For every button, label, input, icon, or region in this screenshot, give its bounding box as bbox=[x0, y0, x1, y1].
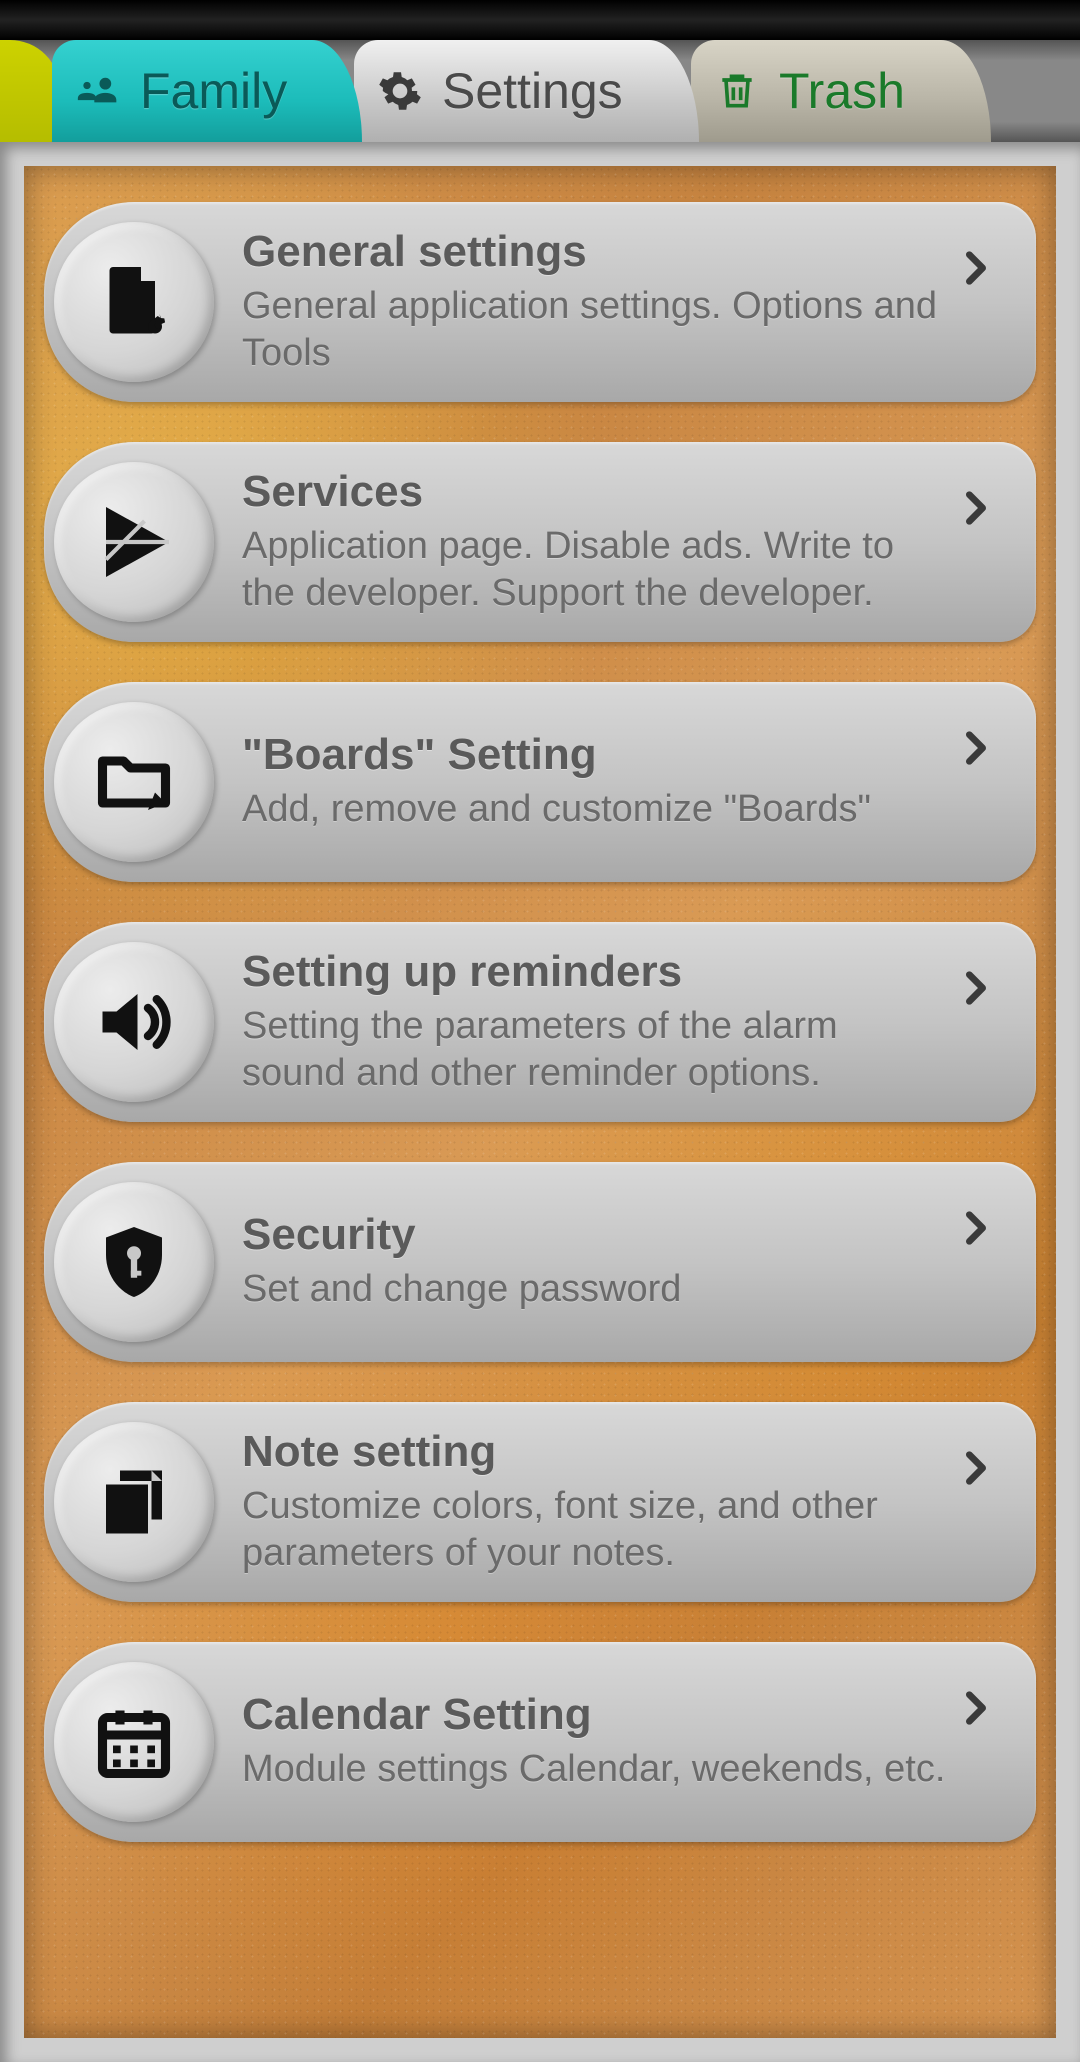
item-title: Calendar Setting bbox=[242, 1690, 946, 1740]
chevron-right-icon bbox=[956, 248, 996, 288]
chevron-right-icon bbox=[956, 968, 996, 1008]
volume-icon bbox=[54, 942, 214, 1102]
settings-item-services[interactable]: Services Application page. Disable ads. … bbox=[44, 442, 1036, 642]
tab-trash[interactable]: Trash bbox=[691, 40, 991, 142]
tab-family[interactable]: Family bbox=[52, 40, 362, 142]
item-description: Application page. Disable ads. Write to … bbox=[242, 523, 946, 618]
gear-icon bbox=[378, 69, 422, 113]
play-store-icon bbox=[54, 462, 214, 622]
item-description: General application settings. Options an… bbox=[242, 283, 946, 378]
item-text: Calendar Setting Module settings Calenda… bbox=[214, 1690, 956, 1794]
chevron-right-icon bbox=[956, 728, 996, 768]
settings-item-note[interactable]: Note setting Customize colors, font size… bbox=[44, 1402, 1036, 1602]
item-description: Customize colors, font size, and other p… bbox=[242, 1483, 946, 1578]
chevron-right-icon bbox=[956, 1688, 996, 1728]
item-description: Module settings Calendar, weekends, etc. bbox=[242, 1746, 946, 1794]
folder-edit-icon bbox=[54, 702, 214, 862]
tab-settings[interactable]: Settings bbox=[354, 40, 699, 142]
settings-item-reminders[interactable]: Setting up reminders Setting the paramet… bbox=[44, 922, 1036, 1122]
trash-icon bbox=[715, 69, 759, 113]
item-text: Security Set and change password bbox=[214, 1210, 956, 1314]
settings-item-general[interactable]: General settings General application set… bbox=[44, 202, 1036, 402]
family-icon bbox=[76, 69, 120, 113]
item-description: Add, remove and customize "Boards" bbox=[242, 786, 946, 834]
chevron-right-icon bbox=[956, 488, 996, 528]
item-title: Setting up reminders bbox=[242, 947, 946, 997]
item-text: Note setting Customize colors, font size… bbox=[214, 1427, 956, 1578]
item-description: Setting the parameters of the alarm soun… bbox=[242, 1003, 946, 1098]
item-title: Security bbox=[242, 1210, 946, 1260]
chevron-right-icon bbox=[956, 1448, 996, 1488]
item-title: General settings bbox=[242, 227, 946, 277]
chevron-right-icon bbox=[956, 1208, 996, 1248]
status-bar bbox=[0, 0, 1080, 40]
board-frame: General settings General application set… bbox=[0, 142, 1080, 2062]
notes-icon bbox=[54, 1422, 214, 1582]
tab-overflow-indicator[interactable] bbox=[0, 40, 60, 142]
shield-key-icon bbox=[54, 1182, 214, 1342]
item-text: "Boards" Setting Add, remove and customi… bbox=[214, 730, 956, 834]
item-text: General settings General application set… bbox=[214, 227, 956, 378]
item-title: Note setting bbox=[242, 1427, 946, 1477]
tab-family-label: Family bbox=[140, 62, 287, 120]
file-gear-icon bbox=[54, 222, 214, 382]
settings-item-security[interactable]: Security Set and change password bbox=[44, 1162, 1036, 1362]
item-text: Setting up reminders Setting the paramet… bbox=[214, 947, 956, 1098]
settings-item-boards[interactable]: "Boards" Setting Add, remove and customi… bbox=[44, 682, 1036, 882]
tab-trash-label: Trash bbox=[779, 62, 905, 120]
tab-bar: Family Settings Trash bbox=[0, 40, 1080, 142]
settings-list: General settings General application set… bbox=[44, 202, 1036, 1842]
cork-board: General settings General application set… bbox=[24, 166, 1056, 2038]
calendar-icon bbox=[54, 1662, 214, 1822]
settings-item-calendar[interactable]: Calendar Setting Module settings Calenda… bbox=[44, 1642, 1036, 1842]
tab-settings-label: Settings bbox=[442, 62, 623, 120]
item-text: Services Application page. Disable ads. … bbox=[214, 467, 956, 618]
item-description: Set and change password bbox=[242, 1266, 946, 1314]
item-title: "Boards" Setting bbox=[242, 730, 946, 780]
item-title: Services bbox=[242, 467, 946, 517]
